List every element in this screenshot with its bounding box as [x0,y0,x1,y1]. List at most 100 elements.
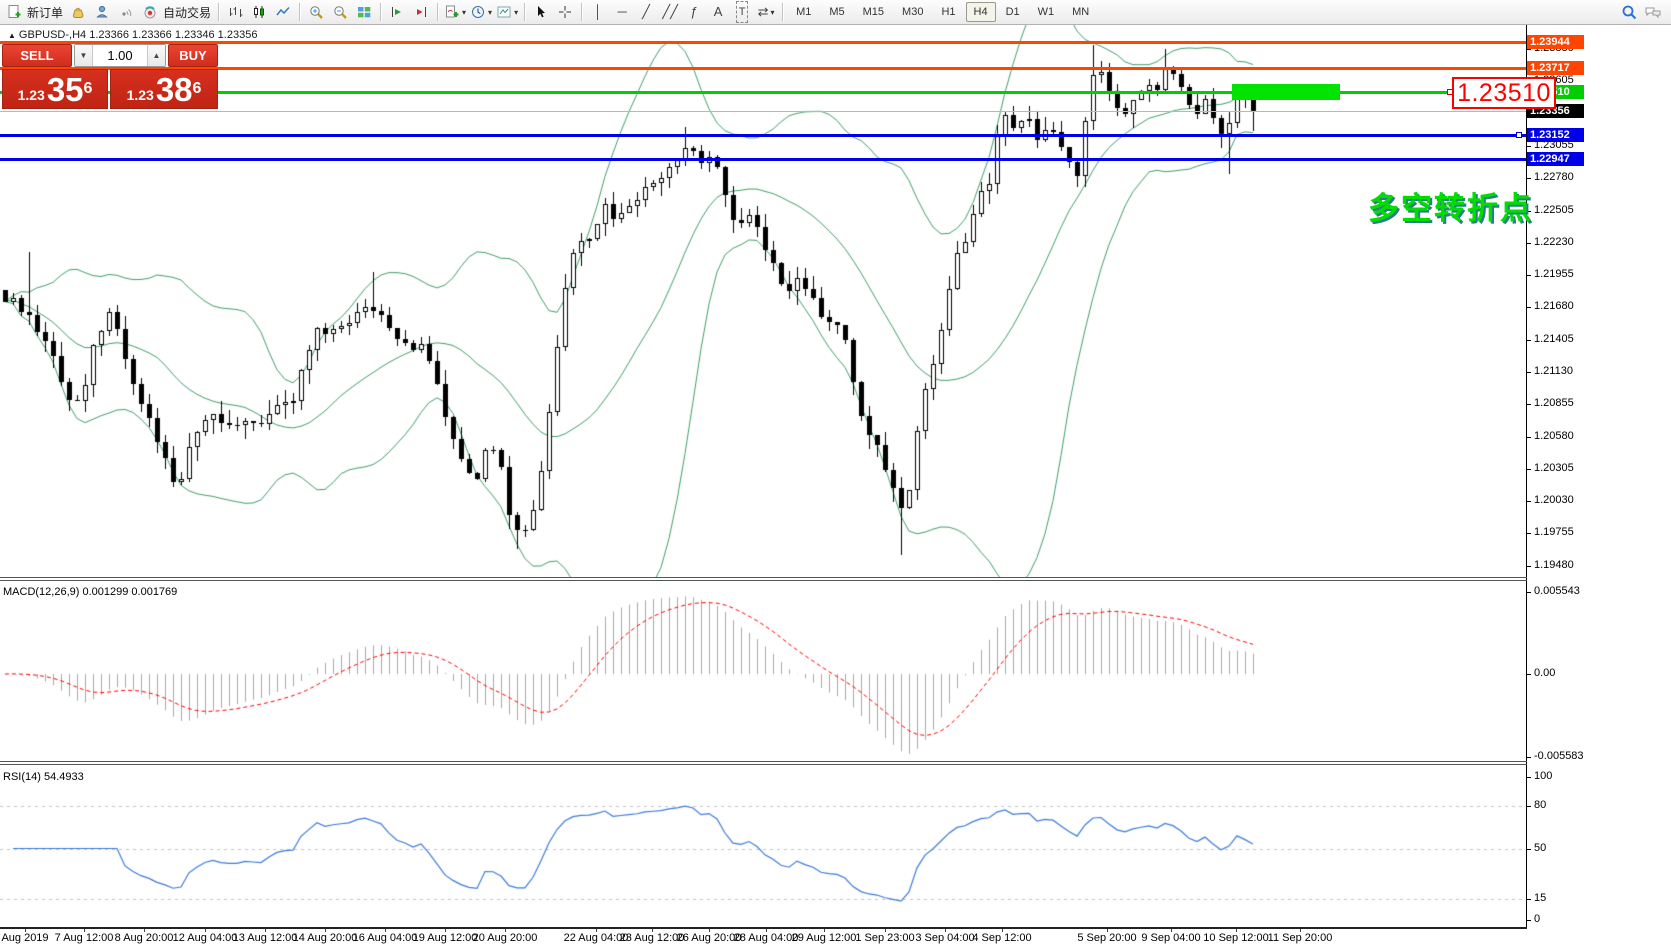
new-order-label[interactable]: 新订单 [27,4,63,21]
indicators-button[interactable]: ▾ [443,1,467,23]
time-axis-label: 8 Aug 20:00 [115,932,174,944]
rsi-pane-canvas[interactable] [0,765,1526,927]
sell-price-prefix: 1.23 [18,85,45,105]
highlight-rectangle[interactable] [1232,84,1340,100]
chart-shift-button[interactable] [410,1,432,23]
timeframe-button-m1[interactable]: M1 [788,2,819,22]
price-tick-label: 1.21405 [1534,333,1574,345]
zoom-in-button[interactable] [305,1,327,23]
zoom-in-icon [308,4,324,20]
scale-tick [1526,777,1531,778]
price-badge-1.23152: 1.23152 [1527,128,1584,142]
toolbar-separator [782,3,783,21]
price-badge-1.23717: 1.23717 [1527,61,1584,75]
money-pouch-button[interactable] [67,1,89,23]
draw-vline-button[interactable]: │ [587,1,609,23]
text-icon: A [714,2,723,22]
buy-price-button[interactable]: 1.23 38 6 [110,69,218,109]
timeframe-button-m15[interactable]: M15 [855,2,892,22]
level-line-1.23152[interactable] [0,134,1526,137]
turning-point-annotation[interactable]: 多空转折点 [1368,183,1533,228]
crosshair-button[interactable] [554,1,576,23]
timeframe-button-mn[interactable]: MN [1064,2,1097,22]
draw-fibonacci-button[interactable]: ƒ [683,1,705,23]
time-axis-label: Aug 2019 [1,932,48,944]
signal-button[interactable] [115,1,137,23]
toolbar-separator [380,3,381,21]
macd-pane-canvas[interactable] [0,581,1526,761]
timeframes-clock-button[interactable]: ▾ [469,1,493,23]
signal-icon [118,4,134,20]
chevron-down-icon: ▾ [488,8,492,17]
price-tick-label: 1.22780 [1534,171,1574,183]
pane-splitter[interactable] [0,580,1671,581]
auto-trading-button[interactable] [139,1,161,23]
draw-text-button[interactable]: A [707,1,729,23]
new-order-button[interactable] [3,1,25,23]
scale-tick [1526,757,1531,758]
timeframe-button-d1[interactable]: D1 [998,2,1028,22]
auto-scroll-icon [389,4,405,20]
bar-chart-button[interactable] [224,1,246,23]
buy-price-prefix: 1.23 [127,85,154,105]
scale-tick [1526,566,1531,567]
volume-value[interactable]: 1.00 [93,45,147,66]
tile-windows-button[interactable] [353,1,375,23]
indicators-icon [444,4,460,20]
draw-hline-button[interactable]: ─ [611,1,633,23]
chat-button[interactable] [1642,1,1664,23]
level-line-1.22947[interactable] [0,158,1526,161]
line-chart-icon [275,4,291,20]
time-axis-label: 19 Aug 12:00 [413,932,478,944]
pane-splitter[interactable] [0,577,1671,578]
timeframe-button-w1[interactable]: W1 [1030,2,1063,22]
time-axis-label: 26 Aug 20:00 [677,932,742,944]
line-chart-button[interactable] [272,1,294,23]
price-tick-label: 1.19755 [1534,526,1574,538]
pane-splitter[interactable] [0,764,1671,765]
chart-template-button[interactable]: ▾ [495,1,519,23]
symbol-ohlc-text: GBPUSD-,H4 1.23366 1.23366 1.23346 1.233… [19,29,258,41]
tile-windows-icon [356,4,372,20]
auto-trading-label[interactable]: 自动交易 [163,4,211,21]
time-axis-label: 12 Aug 04:00 [173,932,238,944]
zoom-out-button[interactable] [329,1,351,23]
rsi-label: RSI(14) 54.4933 [3,771,84,783]
time-axis-label: 29 Aug 12:00 [792,932,857,944]
volume-increase-button[interactable]: ▲ [147,45,165,66]
cursor-button[interactable] [530,1,552,23]
profile-button[interactable] [91,1,113,23]
price-tick-label: 1.20030 [1534,494,1574,506]
price-chart-canvas[interactable] [0,25,1526,578]
price-scale[interactable]: 1.238801.236051.230551.227801.225051.222… [1527,25,1671,929]
draw-text-label-button[interactable]: T [731,1,753,23]
buy-button[interactable]: BUY [168,44,218,67]
timeframe-button-m30[interactable]: M30 [894,2,931,22]
time-axis-label: 16 Aug 04:00 [353,932,418,944]
chart-shift-icon [413,4,429,20]
buy-price-sup: 6 [193,70,202,108]
time-axis[interactable]: Aug 20197 Aug 12:008 Aug 20:0012 Aug 04:… [0,929,1671,948]
draw-trendline-button[interactable]: ╱ [635,1,657,23]
sell-button[interactable]: SELL [2,44,72,67]
timeframe-button-h4[interactable]: H4 [966,2,996,22]
draw-channel-button[interactable]: ╱╱ [659,1,681,23]
volume-decrease-button[interactable]: ▼ [75,45,93,66]
line-anchor-marker[interactable] [1516,132,1522,138]
candlestick-chart-button[interactable] [248,1,270,23]
scale-tick [1526,501,1531,502]
level-line-1.23717[interactable] [0,67,1526,70]
arrows-menu-button[interactable]: ⇄▾ [755,1,777,23]
timeframe-button-h1[interactable]: H1 [933,2,963,22]
scale-tick [1526,849,1531,850]
pane-splitter[interactable] [0,761,1671,762]
toolbar: 新订单 自动交易 [0,0,1671,25]
timeframe-button-m5[interactable]: M5 [821,2,852,22]
clock-icon [470,4,486,20]
price-level-annotation[interactable]: 1.23510 [1452,77,1556,109]
search-button[interactable] [1618,1,1640,23]
sell-price-button[interactable]: 1.23 35 6 [2,69,108,109]
level-line-1.23944[interactable] [0,41,1526,44]
auto-scroll-button[interactable] [386,1,408,23]
scale-tick [1526,920,1531,921]
